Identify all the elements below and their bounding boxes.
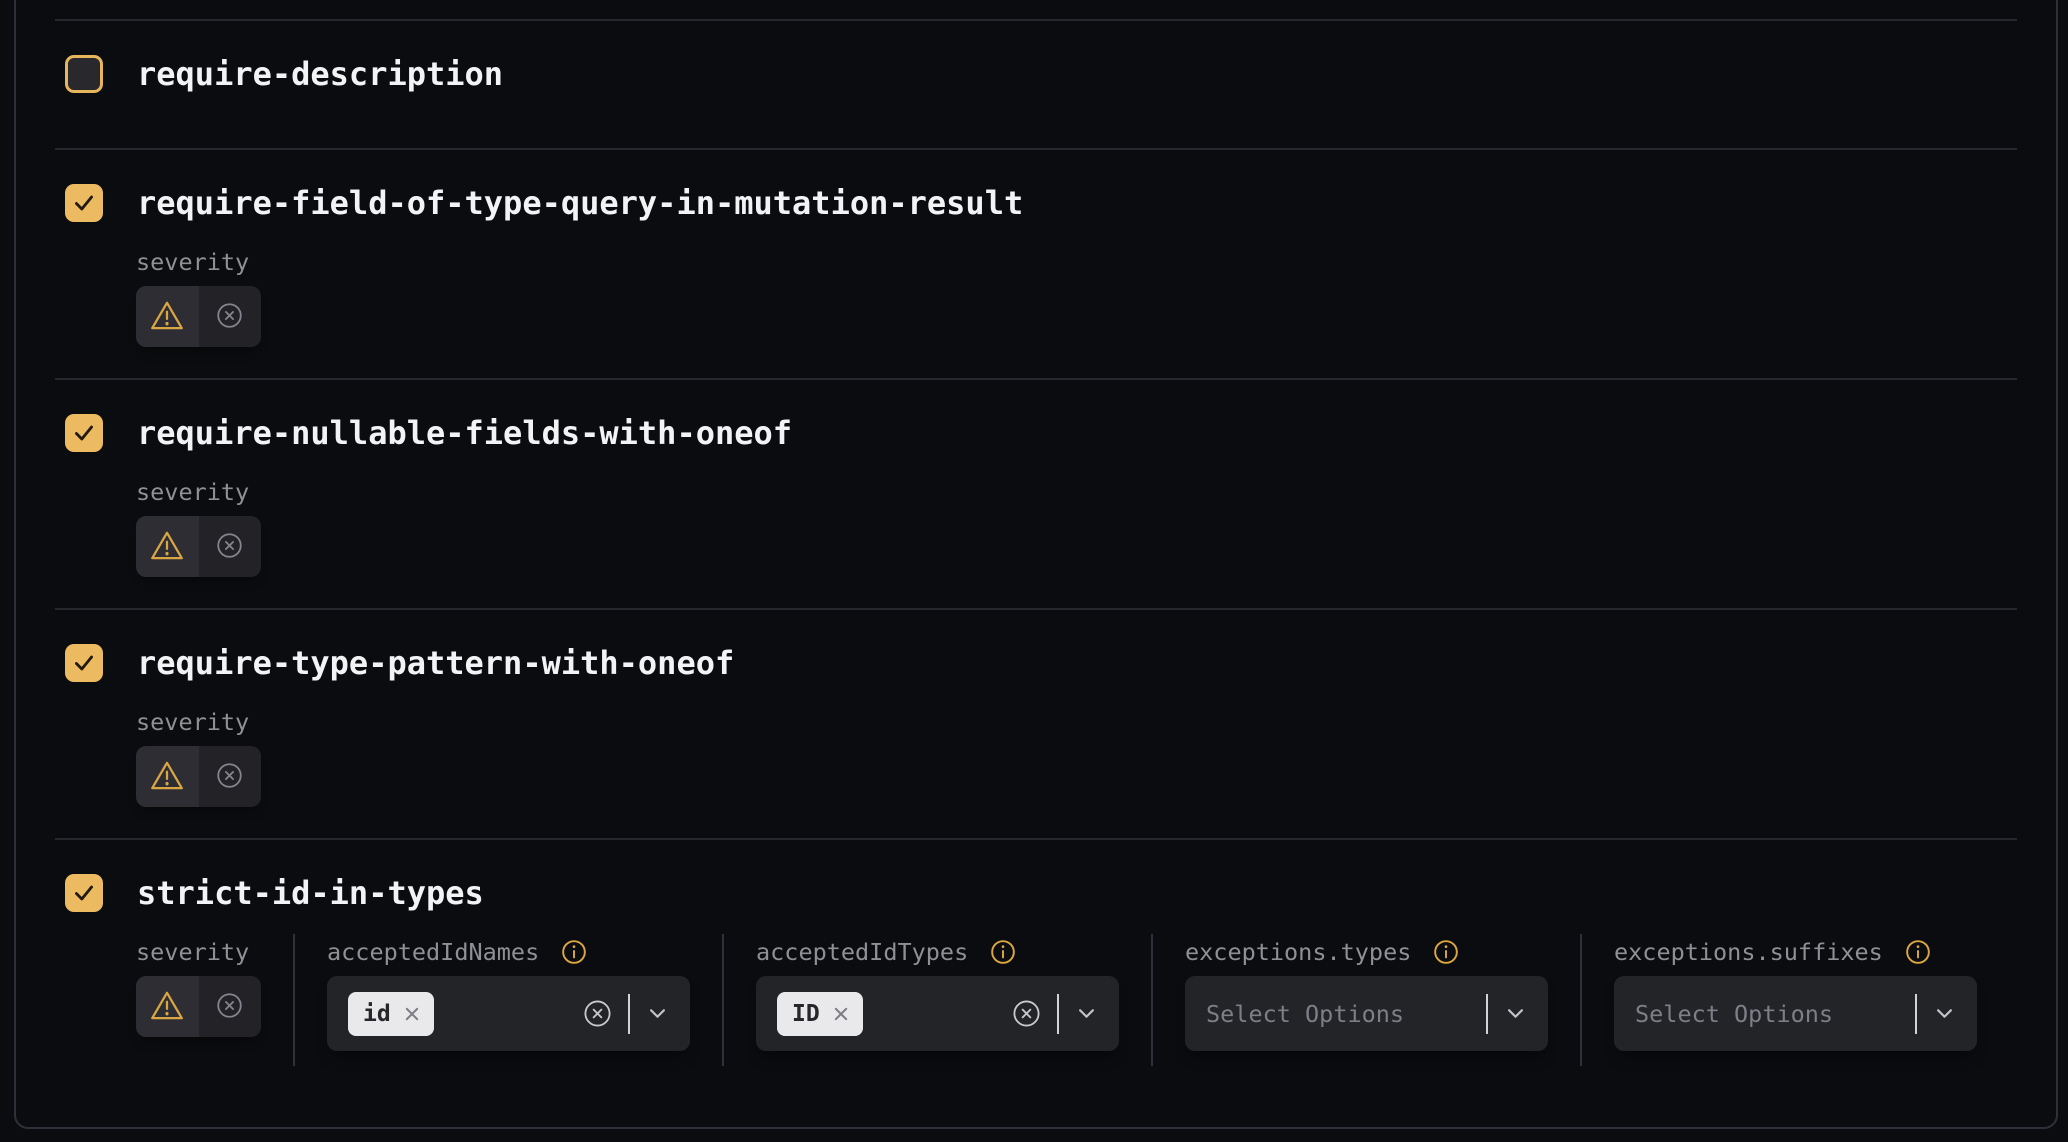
tag-chip: ID	[777, 992, 863, 1036]
rule-title: require-field-of-type-query-in-mutation-…	[137, 184, 1023, 222]
rule-item: require-type-pattern-with-oneof severity	[16, 608, 2056, 838]
rule-item: require-nullable-fields-with-oneof sever…	[16, 378, 2056, 608]
severity-label: severity	[136, 938, 249, 966]
rule-config: severity	[136, 478, 2056, 577]
severity-toggle	[136, 516, 261, 577]
chevron-down-icon[interactable]	[1936, 1008, 1953, 1019]
rule-header: require-nullable-fields-with-oneof	[65, 413, 2056, 452]
circle-x-icon	[216, 762, 243, 792]
rule-config: severity	[136, 248, 2056, 347]
severity-label: severity	[136, 248, 249, 276]
tag-label: ID	[792, 1001, 820, 1027]
severity-error-button[interactable]	[199, 746, 262, 807]
tag-label: id	[363, 1001, 391, 1027]
severity-warn-button[interactable]	[136, 976, 199, 1037]
circle-x-icon	[216, 532, 243, 562]
info-icon[interactable]	[1433, 939, 1459, 965]
chevron-down-icon[interactable]	[649, 1008, 666, 1019]
severity-label: severity	[136, 478, 249, 506]
checkmark-icon	[71, 190, 97, 216]
clear-all-icon[interactable]	[1012, 999, 1041, 1028]
chevron-down-icon[interactable]	[1078, 1008, 1095, 1019]
severity-error-button[interactable]	[199, 516, 262, 577]
exceptions-suffixes-column: exceptions.suffixes Select Options	[1614, 938, 1977, 1066]
row-divider	[55, 19, 2017, 21]
select-separator	[1915, 994, 1917, 1034]
rule-header: require-type-pattern-with-oneof	[65, 643, 2056, 682]
option-label: exceptions.suffixes	[1614, 938, 1883, 966]
rule-checkbox[interactable]	[65, 644, 103, 682]
accepted-id-names-column: acceptedIdNames id	[327, 938, 690, 1066]
tag-chip: id	[348, 992, 434, 1036]
rule-item: require-field-of-type-query-in-mutation-…	[16, 148, 2056, 378]
severity-error-button[interactable]	[199, 286, 262, 347]
tag-remove-icon[interactable]	[833, 1006, 849, 1022]
select-placeholder: Select Options	[1206, 1000, 1404, 1028]
chevron-down-icon[interactable]	[1507, 1008, 1524, 1019]
select-separator	[1486, 994, 1488, 1034]
rule-title: require-nullable-fields-with-oneof	[137, 414, 792, 452]
clear-all-icon[interactable]	[583, 999, 612, 1028]
exceptions-suffixes-select[interactable]: Select Options	[1614, 976, 1977, 1051]
rule-item: require-description	[16, 19, 2056, 148]
option-label: acceptedIdTypes	[756, 938, 968, 966]
rule-checkbox[interactable]	[65, 55, 103, 93]
warning-triangle-icon	[150, 530, 184, 564]
tag-remove-icon[interactable]	[404, 1006, 420, 1022]
accepted-id-types-column: acceptedIdTypes ID	[756, 938, 1119, 1066]
option-label: exceptions.types	[1185, 938, 1411, 966]
circle-x-icon	[216, 302, 243, 332]
severity-warn-button[interactable]	[136, 286, 199, 347]
severity-toggle	[136, 746, 261, 807]
rule-checkbox[interactable]	[65, 184, 103, 222]
row-divider	[55, 608, 2017, 610]
severity-label: severity	[136, 708, 249, 736]
checkmark-icon	[71, 650, 97, 676]
info-icon[interactable]	[561, 939, 587, 965]
option-label: acceptedIdNames	[327, 938, 539, 966]
select-placeholder: Select Options	[1635, 1000, 1833, 1028]
rule-header: require-field-of-type-query-in-mutation-…	[65, 183, 2056, 222]
checkmark-icon	[71, 420, 97, 446]
checkmark-icon	[71, 880, 97, 906]
exceptions-types-select[interactable]: Select Options	[1185, 976, 1548, 1051]
row-divider	[55, 378, 2017, 380]
rule-config: severity	[136, 708, 2056, 807]
rule-title: require-description	[137, 55, 503, 93]
rule-config: severity acceptedIdNames	[136, 938, 2056, 1066]
rules-panel: require-description require-field-of-typ…	[14, 0, 2058, 1129]
column-divider	[1580, 934, 1582, 1066]
severity-toggle	[136, 286, 261, 347]
row-divider	[55, 838, 2017, 840]
info-icon[interactable]	[1905, 939, 1931, 965]
select-separator	[1057, 994, 1059, 1034]
severity-warn-button[interactable]	[136, 516, 199, 577]
circle-x-icon	[216, 992, 243, 1022]
rule-title: require-type-pattern-with-oneof	[137, 644, 734, 682]
accepted-id-types-select[interactable]: ID	[756, 976, 1119, 1051]
severity-toggle	[136, 976, 261, 1037]
rule-checkbox[interactable]	[65, 874, 103, 912]
column-divider	[293, 934, 295, 1066]
warning-triangle-icon	[150, 990, 184, 1024]
severity-warn-button[interactable]	[136, 746, 199, 807]
rule-header: strict-id-in-types	[65, 873, 2056, 912]
info-icon[interactable]	[990, 939, 1016, 965]
severity-column: severity	[136, 938, 261, 1066]
rule-header: require-description	[65, 54, 2056, 93]
rule-title: strict-id-in-types	[137, 874, 484, 912]
rule-item: strict-id-in-types severity acce	[16, 838, 2056, 1066]
select-separator	[628, 994, 630, 1034]
exceptions-types-column: exceptions.types Select Options	[1185, 938, 1548, 1066]
accepted-id-names-select[interactable]: id	[327, 976, 690, 1051]
column-divider	[722, 934, 724, 1066]
row-divider	[55, 148, 2017, 150]
warning-triangle-icon	[150, 760, 184, 794]
rule-checkbox[interactable]	[65, 414, 103, 452]
warning-triangle-icon	[150, 300, 184, 334]
column-divider	[1151, 934, 1153, 1066]
severity-error-button[interactable]	[199, 976, 262, 1037]
